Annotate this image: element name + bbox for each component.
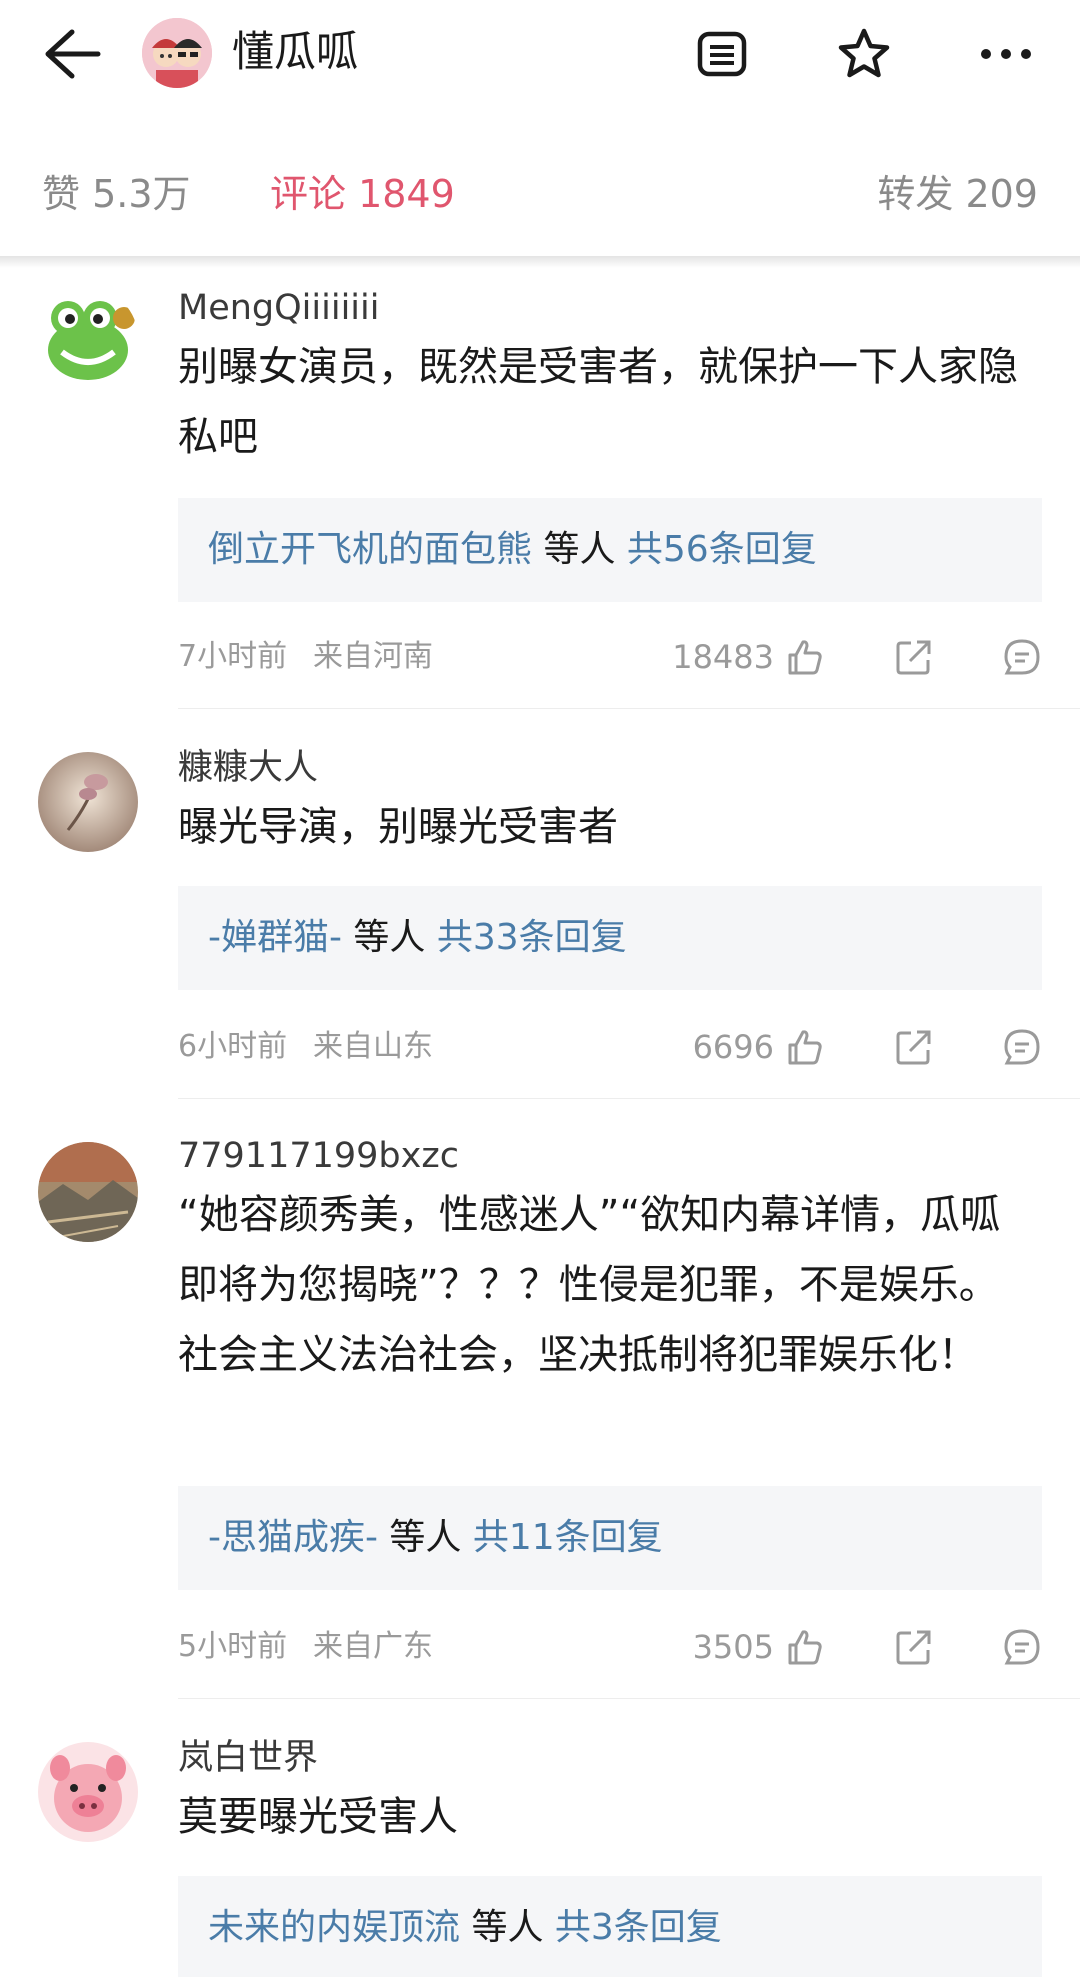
reply-icon[interactable]	[1002, 1027, 1042, 1067]
like-count: 6696	[692, 1028, 774, 1066]
comment-meta: 5小时前 来自广东 3505	[178, 1622, 1040, 1672]
thumbs-up-icon[interactable]	[784, 1627, 824, 1667]
comment-time: 7小时前	[178, 639, 288, 674]
reply-summary[interactable]: 未来的内娱顶流 等人 共3条回复	[178, 1876, 1042, 1977]
comment-text: 别曝女演员，既然是受害者，就保护一下人家隐私吧	[178, 344, 1018, 460]
more-icon[interactable]	[972, 20, 1040, 88]
reply-names[interactable]: -婵群猫-	[208, 917, 342, 958]
reply-names[interactable]: 未来的内娱顶流	[208, 1907, 460, 1948]
comment-text: 曝光导演，别曝光受害者	[178, 804, 618, 850]
comment-meta: 7小时前 来自河南 18483	[178, 632, 1040, 682]
reply-names[interactable]: -思猫成疾-	[208, 1517, 378, 1558]
share-icon[interactable]	[894, 1627, 934, 1667]
list-icon[interactable]	[688, 20, 756, 88]
thumbs-up-icon[interactable]	[784, 1027, 824, 1067]
user-avatar[interactable]	[38, 752, 138, 852]
star-icon[interactable]	[830, 20, 898, 88]
reply-summary[interactable]: -思猫成疾- 等人 共11条回复	[178, 1486, 1042, 1590]
user-avatar[interactable]	[38, 1742, 138, 1842]
user-avatar[interactable]	[38, 288, 138, 388]
like-count: 18483	[672, 638, 774, 676]
reply-names[interactable]: 倒立开飞机的面包熊	[208, 529, 532, 570]
comment-time: 5小时前	[178, 1629, 288, 1664]
tab-like[interactable]: 赞 5.3万	[42, 170, 191, 218]
page-title: 懂瓜呱	[232, 27, 359, 76]
reply-mid-text: 等人	[377, 1517, 473, 1558]
comment-time: 6小时前	[178, 1029, 288, 1064]
comment-location: 来自广东	[313, 1629, 433, 1664]
tab-repost[interactable]: 转发 209	[877, 170, 1038, 218]
thumbs-up-icon[interactable]	[784, 637, 824, 677]
reply-summary[interactable]: 倒立开飞机的面包熊 等人 共56条回复	[178, 498, 1042, 602]
comment-username[interactable]: 岚白世界	[178, 1736, 318, 1780]
reply-summary[interactable]: -婵群猫- 等人 共33条回复	[178, 886, 1042, 990]
reply-mid-text: 等人	[460, 1907, 555, 1948]
reply-count[interactable]: 共11条回复	[473, 1517, 663, 1558]
reply-icon[interactable]	[1002, 1627, 1042, 1667]
top-bar: 懂瓜呱	[0, 0, 1080, 108]
reply-icon[interactable]	[1002, 637, 1042, 677]
reply-count[interactable]: 共3条回复	[555, 1907, 722, 1948]
comment-divider	[178, 1698, 1080, 1699]
account-avatar[interactable]	[142, 18, 212, 88]
comment-location: 来自山东	[313, 1029, 433, 1064]
back-arrow-icon[interactable]	[38, 22, 102, 86]
comment-username[interactable]: 糠糠大人	[178, 746, 318, 790]
user-avatar[interactable]	[38, 1142, 138, 1242]
comment-divider	[178, 1098, 1080, 1099]
reply-count[interactable]: 共56条回复	[627, 529, 817, 570]
comment-divider	[178, 708, 1080, 709]
reply-mid-text: 等人	[532, 529, 627, 570]
comment-meta: 6小时前 来自山东 6696	[178, 1022, 1040, 1072]
reply-count[interactable]: 共33条回复	[437, 917, 627, 958]
share-icon[interactable]	[894, 637, 934, 677]
comment-username[interactable]: 779117199bxzc	[178, 1134, 459, 1178]
tab-divider	[0, 256, 1080, 268]
comment-location: 来自河南	[313, 639, 433, 674]
reply-mid-text: 等人	[341, 917, 437, 958]
comment-text: “她容颜秀美，性感迷人”“欲知内幕详情，瓜呱即将为您揭晓”？？？性侵是犯罪，不是…	[178, 1192, 1001, 1378]
tab-bar: 赞 5.3万 评论 1849 转发 209	[0, 108, 1080, 260]
share-icon[interactable]	[894, 1027, 934, 1067]
comment-text: 莫要曝光受害人	[178, 1794, 458, 1840]
like-count: 3505	[692, 1628, 774, 1666]
comment-username[interactable]: MengQiiiiiiii	[178, 286, 379, 330]
